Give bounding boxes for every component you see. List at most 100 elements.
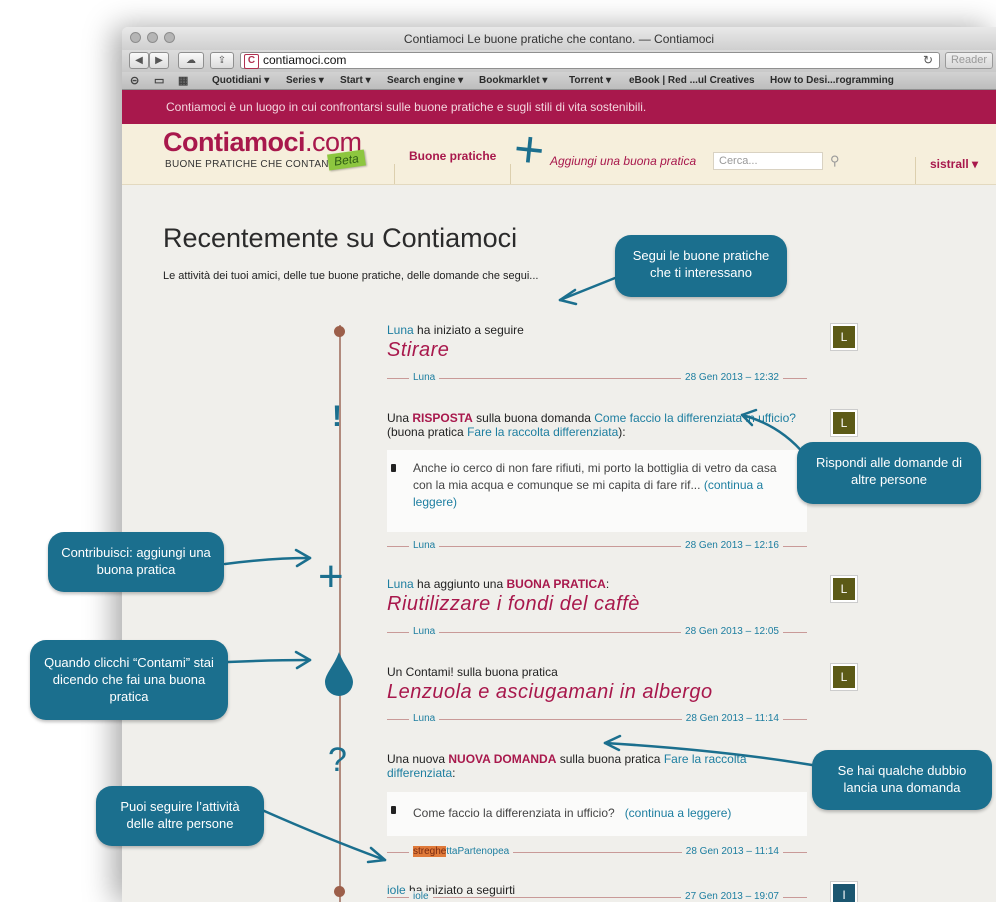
meta-user-link[interactable]: streghettaPartenopea: [409, 846, 514, 857]
reload-icon[interactable]: ↻: [923, 53, 933, 68]
plus-icon[interactable]: +: [511, 120, 547, 181]
top-sites-grid-icon[interactable]: ▦: [178, 74, 188, 87]
feed-item: Una RISPOSTA sulla buona domanda Come fa…: [387, 411, 807, 439]
meta-timestamp: 27 Gen 2013 – 19:07: [681, 891, 783, 902]
practice-title-link[interactable]: Riutilizzare i fondi del caffè: [387, 593, 807, 616]
cloud-icon: ☁: [186, 55, 196, 66]
meta-user-highlight: streghe: [413, 846, 447, 857]
meta-user-link[interactable]: iole: [409, 891, 433, 902]
back-arrow-icon: ◀: [135, 55, 143, 66]
meta-timestamp: 28 Gen 2013 – 11:14: [681, 713, 783, 724]
action-text: Una: [387, 411, 410, 425]
question-mark-icon: ?: [328, 741, 347, 779]
icloud-button[interactable]: ☁: [178, 52, 204, 69]
avatar[interactable]: L: [831, 664, 857, 690]
action-text: :: [605, 577, 610, 591]
bookmark-label: Search engine: [387, 75, 456, 86]
bookmark-label: Series: [286, 75, 317, 86]
share-icon: ⇪: [217, 55, 227, 66]
user-menu[interactable]: sistrall ▾: [915, 157, 996, 184]
share-button[interactable]: ⇪: [210, 52, 234, 69]
feed-meta: iole 27 Gen 2013 – 19:07: [387, 891, 807, 902]
feed-meta: Luna 28 Gen 2013 – 12:16: [387, 540, 807, 554]
highlight-text: BUONA PRATICA: [506, 577, 606, 591]
action-text: Un Contami! sulla buona pratica: [387, 665, 558, 679]
drop-icon: [325, 652, 353, 696]
action-text: sulla buona domanda: [476, 411, 591, 425]
meta-user-link[interactable]: Luna: [409, 713, 440, 724]
logo-tagline: BUONE PRATICHE CHE CONTANO: [165, 159, 337, 170]
bookmarks-book-icon[interactable]: ▭: [154, 74, 164, 87]
bookmark-label: Torrent: [569, 75, 604, 86]
feed-meta: Luna 28 Gen 2013 – 12:05: [387, 626, 807, 640]
bookmark-how-to[interactable]: How to Desi...rogramming: [770, 75, 894, 86]
highlight-text: RISPOSTA: [412, 411, 473, 425]
actor-link[interactable]: Luna: [387, 323, 414, 337]
logo-name: Contiamoci: [163, 127, 306, 157]
meta-timestamp: 28 Gen 2013 – 12:16: [681, 540, 783, 551]
callout-contami: Quando clicchi “Contami” stai dicendo ch…: [30, 640, 228, 720]
practice-link[interactable]: Fare la raccolta differenziata: [467, 425, 618, 439]
callout-segui: Segui le buone pratiche che ti interessa…: [615, 235, 787, 297]
forward-button[interactable]: ▶: [149, 52, 169, 69]
timeline-dot: [334, 326, 345, 337]
nav-label: Buone pratiche: [409, 149, 497, 163]
avatar[interactable]: I: [831, 882, 857, 902]
browser-toolbar: ◀ ▶ ☁ ⇪ C contiamoci.com ↻ Reader: [122, 50, 996, 72]
meta-user-link[interactable]: Luna: [409, 540, 440, 551]
meta-user-link[interactable]: Luna: [409, 626, 440, 637]
action-text: ):: [618, 425, 626, 439]
reading-list-icon[interactable]: ⊝: [130, 74, 139, 87]
avatar[interactable]: L: [831, 324, 857, 350]
question-quote: Come faccio la differenziata in ufficio?…: [387, 792, 807, 836]
search-input[interactable]: Cerca...: [713, 152, 823, 170]
callout-rispondi: Rispondi alle domande di altre persone: [797, 442, 981, 504]
forward-arrow-icon: ▶: [155, 55, 163, 66]
meta-timestamp: 28 Gen 2013 – 12:32: [681, 372, 783, 383]
chevron-down-icon: ▾: [972, 157, 979, 171]
bookmark-series[interactable]: Series ▾: [286, 75, 324, 86]
action-text: Una nuova: [387, 752, 446, 766]
bookmark-start[interactable]: Start ▾: [340, 75, 371, 86]
title-bar: Contiamoci Le buone pratiche che contano…: [122, 27, 996, 51]
callout-contribuisci: Contribuisci: aggiungi una buona pratica: [48, 532, 224, 592]
username: sistrall: [930, 157, 969, 171]
site-favicon-icon: C: [244, 54, 259, 69]
bookmark-label: Quotidiani: [212, 75, 262, 86]
bookmark-label: Bookmarklet: [479, 75, 540, 86]
practice-title-link[interactable]: Stirare: [387, 339, 807, 362]
action-text: (buona pratica: [387, 425, 464, 439]
search-icon[interactable]: ⚲: [830, 153, 840, 169]
bookmark-search-engine[interactable]: Search engine ▾: [387, 75, 463, 86]
read-more-link[interactable]: (continua a leggere): [625, 806, 732, 820]
back-button[interactable]: ◀: [129, 52, 149, 69]
feed-meta: streghettaPartenopea 28 Gen 2013 – 11:14: [387, 846, 807, 860]
meta-timestamp: 28 Gen 2013 – 12:05: [681, 626, 783, 637]
bookmark-bookmarklet[interactable]: Bookmarklet ▾: [479, 75, 547, 86]
banner-text: Contiamoci è un luogo in cui confrontars…: [166, 100, 647, 114]
avatar[interactable]: L: [831, 576, 857, 602]
answer-quote: Anche io cerco di non fare rifiuti, mi p…: [387, 450, 807, 532]
bookmark-torrent[interactable]: Torrent ▾: [569, 75, 611, 86]
meta-user-link[interactable]: Luna: [409, 372, 440, 383]
nav-buone-pratiche[interactable]: Buone pratiche: [394, 150, 512, 184]
page-subtitle: Le attività dei tuoi amici, delle tue bu…: [163, 270, 539, 282]
window-title: Contiamoci Le buone pratiche che contano…: [403, 32, 715, 46]
feed-item: Un Contami! sulla buona pratica Lenzuola…: [387, 665, 807, 704]
feed-meta: Luna 28 Gen 2013 – 11:14: [387, 713, 807, 727]
feed-meta: Luna 28 Gen 2013 – 12:32: [387, 372, 807, 386]
bookmark-quotidiani[interactable]: Quotidiani ▾: [212, 75, 269, 86]
meta-user-rest: ttaPartenopea: [446, 846, 510, 857]
actor-link[interactable]: Luna: [387, 577, 414, 591]
action-text: sulla buona pratica: [559, 752, 661, 766]
practice-title-link[interactable]: Lenzuola e asciugamani in albergo: [387, 681, 807, 704]
question-link[interactable]: Come faccio la differenziata in ufficio?: [594, 411, 796, 425]
avatar[interactable]: L: [831, 410, 857, 436]
quote-text: Come faccio la differenziata in ufficio?: [413, 806, 615, 820]
feed-item: Luna ha aggiunto una BUONA PRATICA: Riut…: [387, 577, 807, 616]
nav-add-practice[interactable]: Aggiungi una buona pratica: [550, 154, 696, 168]
action-text: :: [452, 766, 456, 780]
address-bar[interactable]: C contiamoci.com ↻: [240, 52, 940, 69]
bookmark-ebook[interactable]: eBook | Red ...ul Creatives: [629, 75, 755, 86]
reader-button[interactable]: Reader: [945, 52, 993, 69]
